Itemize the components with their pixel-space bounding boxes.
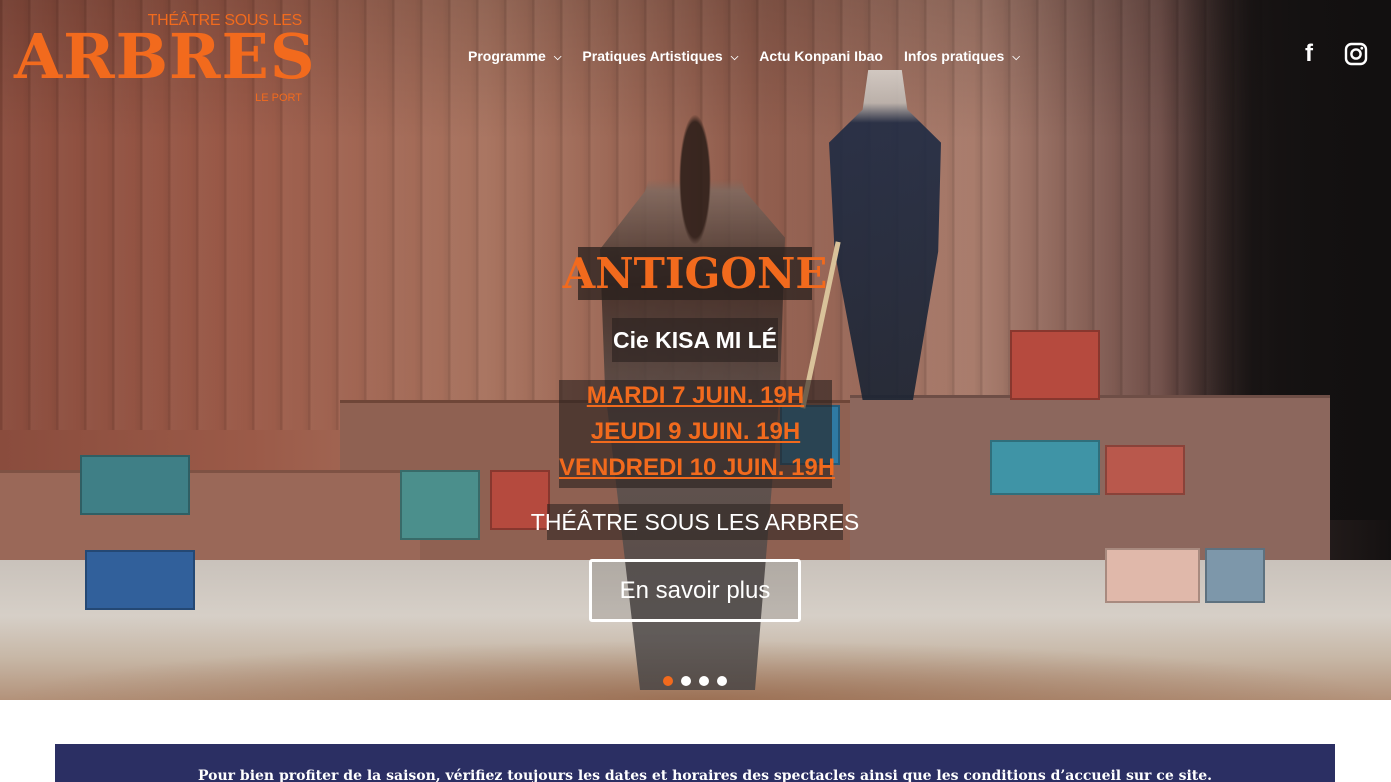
date-link[interactable]: VENDREDI 10 JUIN. 19H xyxy=(559,454,835,482)
notice-text: Pour bien profiter de la saison, vérifie… xyxy=(198,768,1213,782)
company-box: Cie KISA MI LÉ xyxy=(612,318,778,362)
learn-more-button[interactable]: En savoir plus xyxy=(589,559,801,622)
venue-name: THÉÂTRE SOUS LES ARBRES xyxy=(530,508,860,535)
show-title: ANTIGONE xyxy=(562,249,828,298)
slider-pagination xyxy=(663,676,727,686)
date-link[interactable]: MARDI 7 JUIN. 19H xyxy=(559,382,832,410)
date-link[interactable]: JEUDI 9 JUIN. 19H xyxy=(559,418,832,446)
slider-dot[interactable] xyxy=(681,676,691,686)
company-name: Cie KISA MI LÉ xyxy=(613,326,777,353)
slide-content: ANTIGONE Cie KISA MI LÉ MARDI 7 JUIN. 19… xyxy=(0,0,1391,700)
slider-dot[interactable] xyxy=(663,676,673,686)
slider-dot[interactable] xyxy=(699,676,709,686)
notice-banner: Pour bien profiter de la saison, vérifie… xyxy=(55,744,1335,782)
slider-dot[interactable] xyxy=(717,676,727,686)
venue-box: THÉÂTRE SOUS LES ARBRES xyxy=(531,504,859,540)
dates-box: MARDI 7 JUIN. 19H JEUDI 9 JUIN. 19H VEND… xyxy=(559,380,835,488)
show-title-box: ANTIGONE xyxy=(563,247,827,300)
